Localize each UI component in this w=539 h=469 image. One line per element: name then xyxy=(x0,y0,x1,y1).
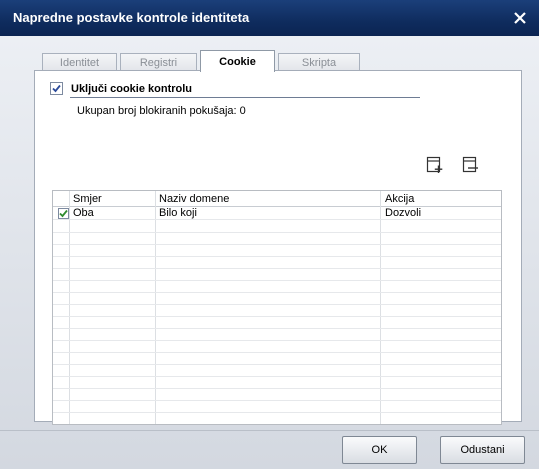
empty-table-row xyxy=(53,412,501,424)
close-button[interactable] xyxy=(509,7,531,29)
add-rule-icon xyxy=(426,156,443,173)
tab-label: Skripta xyxy=(301,57,337,69)
tab-label: Cookie xyxy=(219,55,256,68)
ok-button[interactable]: OK xyxy=(342,436,417,464)
domain-cell: Bilo koji xyxy=(159,207,197,219)
tab-cookie[interactable]: Cookie xyxy=(200,50,275,72)
enable-checkbox[interactable] xyxy=(50,82,63,95)
enable-label: Uključi cookie kontrolu xyxy=(71,82,193,95)
cookie-rules-table[interactable]: Smjer Naziv domene Akcija Oba Bilo koji … xyxy=(52,190,502,425)
direction-cell: Oba xyxy=(73,207,94,219)
title-bar: Napredne postavke kontrole identiteta xyxy=(0,0,539,36)
enable-cookie-control[interactable]: Uključi cookie kontrolu xyxy=(50,82,192,95)
table-row[interactable]: Oba Bilo koji Dozvoli xyxy=(53,207,501,220)
edit-rule-icon xyxy=(462,156,478,173)
close-icon xyxy=(514,12,526,24)
action-cell: Dozvoli xyxy=(385,207,422,219)
column-header-direction[interactable]: Smjer xyxy=(73,193,102,205)
window-body: Identitet Registri Cookie Skripta Uključ… xyxy=(0,36,539,469)
blocked-attempts-text: Ukupan broj blokiranih pokušaja: 0 xyxy=(77,105,246,117)
table-header: Smjer Naziv domene Akcija xyxy=(53,191,501,207)
row-checkbox[interactable] xyxy=(58,208,69,219)
add-rule-button[interactable] xyxy=(425,155,445,175)
window-title: Napredne postavke kontrole identiteta xyxy=(13,10,250,25)
column-header-action[interactable]: Akcija xyxy=(385,193,414,205)
edit-rule-button[interactable] xyxy=(460,155,480,175)
checkmark-icon xyxy=(59,209,68,218)
column-header-domain[interactable]: Naziv domene xyxy=(159,193,229,205)
cookie-panel: Uključi cookie kontrolu Ukupan broj blok… xyxy=(34,70,522,425)
footer-divider xyxy=(0,430,539,431)
tab-strip: Identitet Registri Cookie Skripta xyxy=(42,50,363,72)
tab-label: Registri xyxy=(139,57,178,69)
section-divider xyxy=(70,97,420,98)
tab-label: Identitet xyxy=(59,57,100,69)
cancel-button[interactable]: Odustani xyxy=(440,436,525,464)
checkmark-icon xyxy=(52,84,61,93)
